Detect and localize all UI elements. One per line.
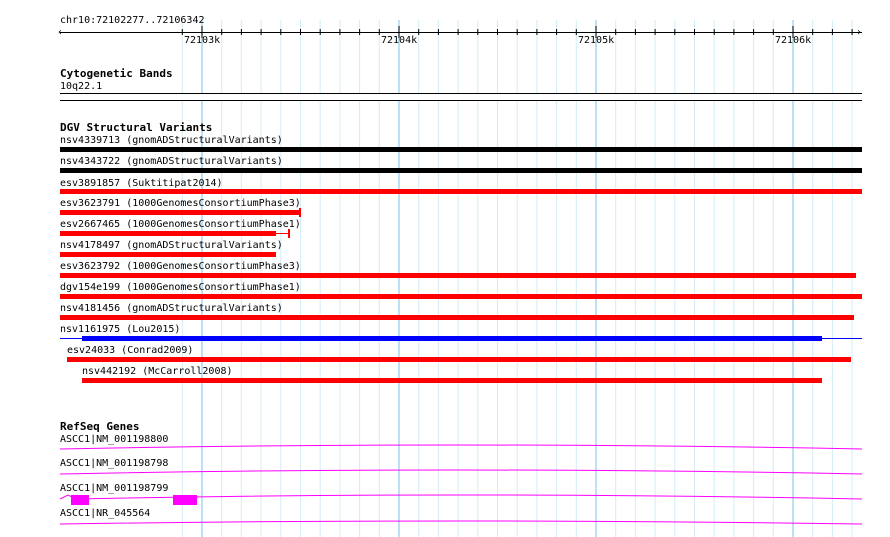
gene-exon[interactable] [71,495,89,505]
dgv-feature-bar[interactable] [60,147,862,152]
dgv-feature-bar[interactable] [82,378,822,383]
dgv-feature-label[interactable]: nsv4343722 (gnomADStructuralVariants) [60,156,283,167]
refseq-track-title: RefSeq Genes [60,420,140,433]
dgv-feature-label[interactable]: esv3623792 (1000GenomesConsortiumPhase3) [60,261,301,272]
dgv-track-title: DGV Structural Variants [60,121,213,134]
dgv-feature-label[interactable]: esv3623791 (1000GenomesConsortiumPhase3) [60,198,301,209]
dgv-feature-label[interactable]: nsv442192 (McCarroll2008) [82,366,233,377]
dgv-feature-label[interactable]: nsv4339713 (gnomADStructuralVariants) [60,135,283,146]
ruler-left-arrow-icon[interactable]: ‹ [57,27,63,38]
ruler-tick-label: 72104k [381,35,418,46]
dgv-feature-label[interactable]: nsv1161975 (Lou2015) [60,324,180,335]
gene-exon[interactable] [173,495,197,505]
dgv-feature-bar[interactable] [60,252,276,257]
dgv-feature-label[interactable]: esv2667465 (1000GenomesConsortiumPhase1) [60,219,301,230]
gene-label[interactable]: ASCC1|NM_001198798 [60,458,168,469]
dgv-feature-label[interactable]: nsv4181456 (gnomADStructuralVariants) [60,303,283,314]
dgv-feature-label[interactable]: esv3891857 (Suktitipat2014) [60,178,223,189]
dgv-feature-end-tick [288,229,290,238]
ruler-line[interactable] [60,32,862,33]
gene-label[interactable]: ASCC1|NM_001198800 [60,434,168,445]
dgv-feature-bar[interactable] [60,273,856,278]
dgv-feature-bar[interactable] [60,168,862,173]
ruler-tick-label: 72106k [775,35,812,46]
ruler-tick-label: 72103k [184,35,221,46]
dgv-feature-bar[interactable] [60,315,854,320]
dgv-feature-label[interactable]: esv24033 (Conrad2009) [67,345,193,356]
coordinate-label: chr10:72102277..72106342 [60,15,205,26]
dgv-feature-label[interactable]: dgv154e199 (1000GenomesConsortiumPhase1) [60,282,301,293]
ruler-right-arrow-icon[interactable]: › [856,27,862,38]
gene-label[interactable]: ASCC1|NR_045564 [60,508,150,519]
dgv-feature-bar[interactable] [82,336,822,341]
dgv-feature-bar[interactable] [60,189,862,194]
cytoband-label: 10q22.1 [60,81,103,92]
dgv-feature-bar[interactable] [60,210,300,215]
ruler-tick-label: 72105k [578,35,615,46]
cytoband-bar[interactable] [60,93,862,101]
dgv-feature-bar[interactable] [60,294,862,299]
dgv-feature-bar[interactable] [67,357,851,362]
cytoband-track-title: Cytogenetic Bands [60,67,173,80]
dgv-feature-bar[interactable] [60,231,276,236]
dgv-feature-label[interactable]: nsv4178497 (gnomADStructuralVariants) [60,240,283,251]
gene-label[interactable]: ASCC1|NM_001198799 [60,483,168,494]
dgv-feature-end-tick [299,208,301,217]
